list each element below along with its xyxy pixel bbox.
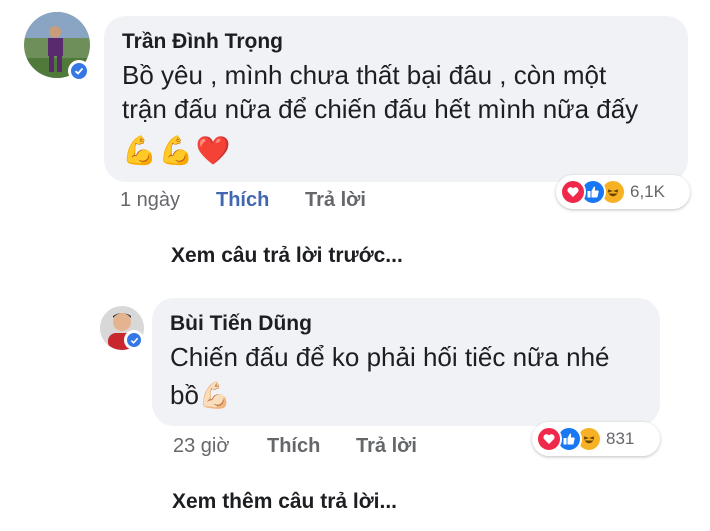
reactions-summary[interactable]: 6,1K — [556, 175, 690, 209]
comment-text-word: bồ — [170, 380, 199, 410]
comment-text-line: bồ💪🏻 — [170, 380, 231, 411]
reactions-summary[interactable]: 831 — [532, 422, 660, 456]
comment-time[interactable]: 1 ngày — [120, 189, 180, 212]
comment-emoji: 💪💪❤️ — [122, 135, 233, 166]
view-more-replies-link[interactable]: Xem thêm câu trả lời... — [172, 490, 397, 514]
comment-bubble-1: Trần Đình Trọng Bồ yêu , mình chưa thất … — [104, 16, 688, 182]
verified-badge-icon — [68, 60, 90, 82]
comment-text-line: Bồ yêu , mình chưa thất bại đâu , còn mộ… — [122, 60, 607, 90]
reply-button[interactable]: Trả lời — [305, 189, 366, 212]
comment-author[interactable]: Trần Đình Trọng — [122, 30, 283, 54]
reply-button[interactable]: Trả lời — [356, 435, 417, 458]
comment-time[interactable]: 23 giờ — [173, 435, 229, 458]
comment-bubble-2: Bùi Tiến Dũng Chiến đấu để ko phải hối t… — [152, 298, 660, 426]
view-previous-replies-link[interactable]: Xem câu trả lời trước... — [171, 244, 403, 268]
like-button[interactable]: Thích — [267, 435, 320, 458]
comment-text-line: Chiến đấu để ko phải hối tiếc nữa nhé — [170, 342, 610, 372]
reaction-count: 6,1K — [630, 182, 665, 201]
verified-badge-icon — [124, 330, 144, 350]
flexed-biceps-emoji: 💪🏻 — [198, 380, 232, 410]
reaction-count: 831 — [606, 429, 635, 448]
comment-author[interactable]: Bùi Tiến Dũng — [170, 312, 312, 336]
like-button[interactable]: Thích — [216, 189, 269, 212]
love-reaction-icon — [560, 179, 586, 205]
love-reaction-icon — [536, 426, 562, 452]
comment-text-line: trận đấu nữa để chiến đấu hết mình nữa đ… — [122, 94, 639, 124]
